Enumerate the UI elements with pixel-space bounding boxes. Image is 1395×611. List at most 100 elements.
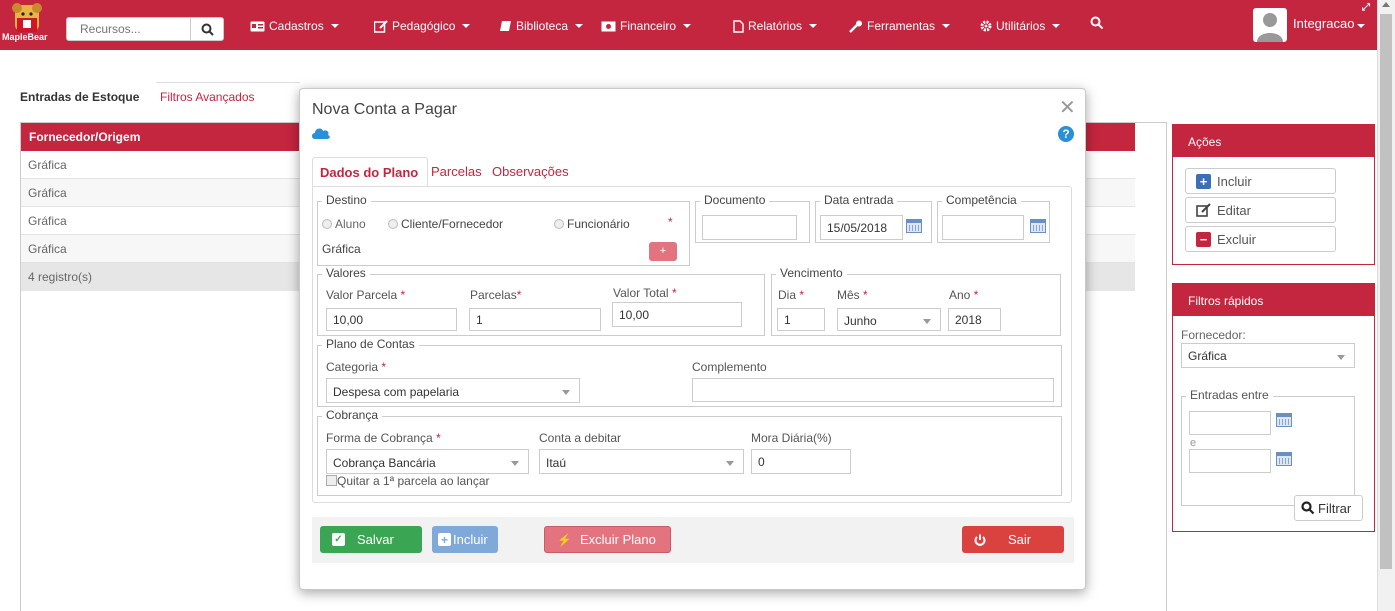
cobranca-fieldset: Cobrança Forma de Cobrança * Cobrança Ba… (317, 408, 1062, 496)
maple-bear-logo[interactable]: MapleBear (2, 3, 60, 47)
scroll-up-arrow[interactable] (1382, 2, 1390, 7)
help-icon[interactable]: ? (1058, 126, 1074, 142)
delete-button[interactable]: − Excluir (1185, 226, 1336, 252)
chevron-down-icon (1357, 24, 1366, 28)
exit-button[interactable]: Sair (962, 526, 1064, 553)
resource-search-button[interactable] (190, 18, 223, 40)
calendar-icon[interactable] (906, 219, 922, 233)
save-button[interactable]: ✓ Salvar (320, 526, 422, 553)
plus-icon: + (438, 533, 451, 547)
calendar-icon[interactable] (1276, 452, 1292, 466)
global-search-button[interactable] (1090, 16, 1104, 33)
vencimento-fieldset: Vencimento Dia * Mês * Junho Ano * (771, 266, 1061, 336)
quick-filters-title: Filtros rápidos (1173, 284, 1374, 316)
power-icon (974, 534, 986, 546)
documento-input[interactable] (702, 215, 797, 240)
menu-biblioteca[interactable]: Biblioteca (499, 17, 584, 35)
conta-debitar-value: Itaú (546, 456, 567, 470)
menu-utilitarios[interactable]: Utilitários (980, 17, 1061, 35)
tab-observacoes[interactable]: Observações (492, 164, 569, 179)
include-button-label: Incluir (1217, 173, 1252, 189)
radio-funcionario[interactable]: Funcionário (554, 217, 630, 231)
check-icon: ✓ (332, 533, 345, 546)
expand-icon[interactable]: ⤢ (1362, 2, 1370, 13)
menu-relatorios[interactable]: Relatórios (733, 17, 818, 35)
radio-cliente-fornecedor[interactable]: Cliente/Fornecedor (388, 217, 503, 231)
menu-ferramentas-label: Ferramentas (867, 19, 936, 33)
tab-parcelas[interactable]: Parcelas (431, 164, 482, 179)
complemento-label: Complemento (692, 360, 767, 374)
complemento-input[interactable] (692, 378, 1054, 402)
supplier-select-value: Gráfica (1188, 349, 1227, 363)
conta-debitar-select[interactable]: Itaú (539, 449, 744, 474)
user-menu[interactable]: Integracao (1293, 16, 1366, 31)
page-scrollbar-thumb[interactable] (1380, 14, 1392, 569)
tab-divider (156, 82, 300, 83)
radio-aluno[interactable]: Aluno (322, 217, 366, 231)
data-entrada-input[interactable] (820, 215, 903, 240)
documento-legend: Documento (700, 193, 770, 207)
quick-filters-panel: Filtros rápidos Fornecedor: Gráfica Entr… (1172, 283, 1375, 532)
date-to-input[interactable] (1189, 449, 1271, 473)
menu-financeiro[interactable]: Financeiro (601, 17, 692, 35)
menu-pedagogico-label: Pedagógico (392, 19, 456, 33)
menu-pedagogico[interactable]: Pedagógico (374, 17, 471, 35)
radio-circle (388, 219, 398, 229)
close-icon[interactable]: ✕ (1059, 95, 1076, 120)
logo-text: MapleBear (2, 32, 48, 42)
include-plan-button-label: Incluir (453, 532, 488, 547)
chevron-down-icon (809, 24, 818, 28)
dia-label: Dia * (778, 288, 805, 302)
parcelas-label: Parcelas* (470, 288, 522, 302)
radio-circle (554, 219, 564, 229)
dia-input[interactable] (777, 308, 825, 331)
search-icon (201, 23, 214, 36)
categoria-select-value: Despesa com papelaria (333, 385, 460, 399)
parcelas-input[interactable] (469, 308, 601, 331)
chevron-down-icon (1337, 355, 1345, 360)
menu-relatorios-label: Relatórios (748, 19, 803, 33)
plus-icon: + (1196, 173, 1211, 189)
mora-diaria-input[interactable] (751, 449, 851, 474)
radio-aluno-label: Aluno (335, 217, 366, 231)
calendar-icon[interactable] (1276, 413, 1292, 427)
tab-entradas-estoque[interactable]: Entradas de Estoque (20, 90, 139, 104)
include-button[interactable]: + Incluir (1185, 168, 1336, 194)
chevron-down-icon (575, 24, 584, 28)
chevron-down-icon (330, 24, 339, 28)
quitar-checkbox-row[interactable]: Quitar a 1ª parcela ao lançar (326, 474, 490, 488)
forma-cobranca-label: Forma de Cobrança * (326, 431, 441, 445)
competencia-input[interactable] (942, 215, 1024, 240)
conta-debitar-label: Conta a debitar (539, 431, 622, 445)
exit-button-label: Sair (1008, 532, 1032, 547)
forma-cobranca-select[interactable]: Cobrança Bancária (326, 449, 529, 474)
tab-dados-do-plano[interactable]: Dados do Plano (312, 157, 428, 187)
valor-total-input[interactable] (612, 302, 742, 327)
tab-filtros-avancados[interactable]: Filtros Avançados (160, 90, 255, 104)
mes-select[interactable]: Junho (837, 308, 941, 331)
categoria-select[interactable]: Despesa com papelaria (326, 378, 580, 403)
delete-plan-button-label: Excluir Plano (579, 532, 656, 547)
edit-button[interactable]: Editar (1185, 197, 1336, 223)
valor-parcela-input[interactable] (326, 308, 457, 331)
calendar-icon[interactable] (1030, 219, 1046, 233)
date-from-input[interactable] (1189, 411, 1271, 435)
resource-search-input[interactable] (67, 18, 191, 40)
user-avatar[interactable] (1253, 8, 1287, 42)
filter-button[interactable]: Filtrar (1294, 495, 1363, 521)
destino-fieldset: Destino Aluno Cliente/Fornecedor Funcion… (317, 193, 690, 266)
ano-input[interactable] (948, 308, 1001, 331)
menu-cadastros[interactable]: Cadastros (250, 17, 339, 35)
chevron-down-icon (942, 24, 951, 28)
delete-plan-button[interactable]: ⚡ Excluir Plano (544, 526, 671, 553)
add-destino-button[interactable]: + (649, 242, 677, 261)
valor-total-label: Valor Total * (613, 286, 677, 300)
menu-ferramentas[interactable]: Ferramentas (849, 17, 951, 35)
categoria-label: Categoria * (326, 360, 387, 374)
include-plan-button[interactable]: + Incluir (432, 526, 498, 553)
quitar-checkbox[interactable] (326, 475, 337, 486)
supplier-select[interactable]: Gráfica (1181, 343, 1355, 368)
bolt-icon: ⚡ (557, 532, 572, 547)
destino-selected-name: Gráfica (322, 242, 361, 256)
valores-legend: Valores (322, 266, 370, 280)
